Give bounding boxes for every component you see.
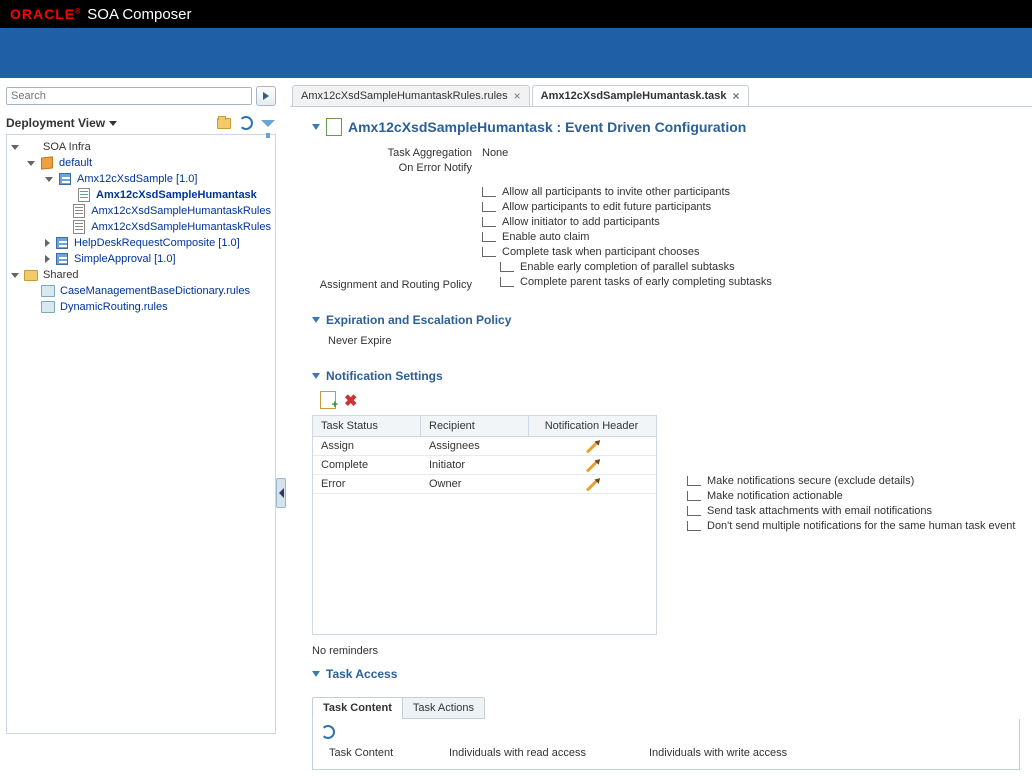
table-row[interactable]: Error Owner <box>313 475 656 494</box>
no-reminders-text: No reminders <box>312 645 1020 657</box>
chevron-down-icon <box>109 121 117 126</box>
chevron-left-icon <box>279 488 284 498</box>
section-toggle-icon[interactable] <box>312 124 320 130</box>
checkbox-secure-notif[interactable]: Make notifications secure (exclude detai… <box>687 475 1015 487</box>
tab-rules[interactable]: Amx12cXsdSampleHumantaskRules.rules× <box>292 85 530 106</box>
search-button[interactable] <box>256 86 276 106</box>
tree-node-shared[interactable]: Shared <box>9 267 273 283</box>
section-toggle-icon[interactable] <box>312 373 320 379</box>
edit-icon[interactable] <box>585 479 597 491</box>
checkbox-auto-claim[interactable]: Enable auto claim <box>482 231 1020 243</box>
arrow-right-icon <box>263 92 269 100</box>
refresh-icon[interactable] <box>321 725 335 739</box>
close-icon[interactable]: × <box>514 89 521 103</box>
filter-icon[interactable] <box>260 116 276 130</box>
open-folder-icon[interactable] <box>216 116 232 130</box>
deployment-view-dropdown[interactable]: Deployment View <box>6 116 117 130</box>
tree-node-rules[interactable]: Amx12cXsdSampleHumantaskRules <box>9 203 273 219</box>
checkbox-edit-future[interactable]: Allow participants to edit future partic… <box>482 201 1020 213</box>
expiration-section-title: Expiration and Escalation Policy <box>326 313 511 327</box>
checkbox-actionable-notif[interactable]: Make notification actionable <box>687 490 1015 502</box>
tree-node-soa-infra[interactable]: SOA Infra <box>9 139 273 155</box>
tree-node-humantask[interactable]: Amx12cXsdSampleHumantask <box>9 187 273 203</box>
tab-humantask[interactable]: Amx12cXsdSampleHumantask.task× <box>532 85 749 106</box>
section-toggle-icon[interactable] <box>312 671 320 677</box>
checkbox-invite-participants[interactable]: Allow all participants to invite other p… <box>482 186 1020 198</box>
search-input[interactable] <box>6 87 252 105</box>
task-access-section-title: Task Access <box>326 667 397 681</box>
notification-table: Task Status Recipient Notification Heade… <box>312 415 657 635</box>
table-row[interactable]: Assign Assignees <box>313 437 656 456</box>
app-header: ORACLE® SOA Composer <box>0 0 1032 28</box>
deployment-tree: SOA Infra default Amx12cXsdSample [1.0] … <box>6 134 276 734</box>
tree-node-rules[interactable]: Amx12cXsdSampleHumantaskRules <box>9 219 273 235</box>
checkbox-complete-task[interactable]: Complete task when participant chooses <box>482 246 1020 258</box>
add-notification-button[interactable] <box>320 391 336 409</box>
col-write-access: Individuals with write access <box>641 743 795 763</box>
content-panel: Amx12cXsdSampleHumantaskRules.rules× Amx… <box>282 78 1032 782</box>
page-title: Amx12cXsdSampleHumantask : Event Driven … <box>348 119 746 135</box>
oracle-logo: ORACLE® <box>10 6 81 22</box>
tree-node-composite[interactable]: SimpleApproval [1.0] <box>9 251 273 267</box>
checkbox-early-completion[interactable]: Enable early completion of parallel subt… <box>482 261 1020 273</box>
routing-policy-label: Assignment and Routing Policy <box>312 279 482 291</box>
table-row[interactable]: Complete Initiator <box>313 456 656 475</box>
close-icon[interactable]: × <box>733 89 740 103</box>
col-header-status: Task Status <box>313 416 421 436</box>
task-aggregation-value: None <box>482 147 1020 159</box>
refresh-icon[interactable] <box>238 116 254 130</box>
splitter-collapse-button[interactable] <box>276 478 286 508</box>
edit-icon[interactable] <box>585 460 597 472</box>
checkbox-complete-parent[interactable]: Complete parent tasks of early completin… <box>482 276 1020 288</box>
on-error-notify-label: On Error Notify <box>312 162 482 174</box>
task-aggregation-label: Task Aggregation <box>312 147 482 159</box>
notification-section-title: Notification Settings <box>326 369 443 383</box>
task-icon <box>326 118 342 136</box>
app-title: SOA Composer <box>87 6 191 23</box>
col-header-recipient: Recipient <box>421 416 529 436</box>
section-toggle-icon[interactable] <box>312 317 320 323</box>
expiration-value: Never Expire <box>312 335 1020 347</box>
checkbox-no-multiple-notif[interactable]: Don't send multiple notifications for th… <box>687 520 1015 532</box>
subtab-task-actions[interactable]: Task Actions <box>402 697 485 719</box>
tree-node-composite[interactable]: Amx12cXsdSample [1.0] <box>9 171 273 187</box>
edit-icon[interactable] <box>585 441 597 453</box>
tree-node-composite[interactable]: HelpDeskRequestComposite [1.0] <box>9 235 273 251</box>
checkbox-add-participants[interactable]: Allow initiator to add participants <box>482 216 1020 228</box>
editor-tabs: Amx12cXsdSampleHumantaskRules.rules× Amx… <box>290 82 1032 106</box>
tree-node-dictionary[interactable]: CaseManagementBaseDictionary.rules <box>9 283 273 299</box>
ribbon-bar <box>0 28 1032 78</box>
col-task-content: Task Content <box>321 743 441 763</box>
tree-node-default[interactable]: default <box>9 155 273 171</box>
checkbox-send-attachments[interactable]: Send task attachments with email notific… <box>687 505 1015 517</box>
col-header-notif-header: Notification Header <box>529 416 654 436</box>
col-read-access: Individuals with read access <box>441 743 641 763</box>
tree-node-dictionary[interactable]: DynamicRouting.rules <box>9 299 273 315</box>
delete-notification-button[interactable]: ✖ <box>344 391 357 411</box>
left-panel: Deployment View SOA Infra default Amx12c… <box>0 78 282 782</box>
subtab-task-content[interactable]: Task Content <box>312 697 403 719</box>
